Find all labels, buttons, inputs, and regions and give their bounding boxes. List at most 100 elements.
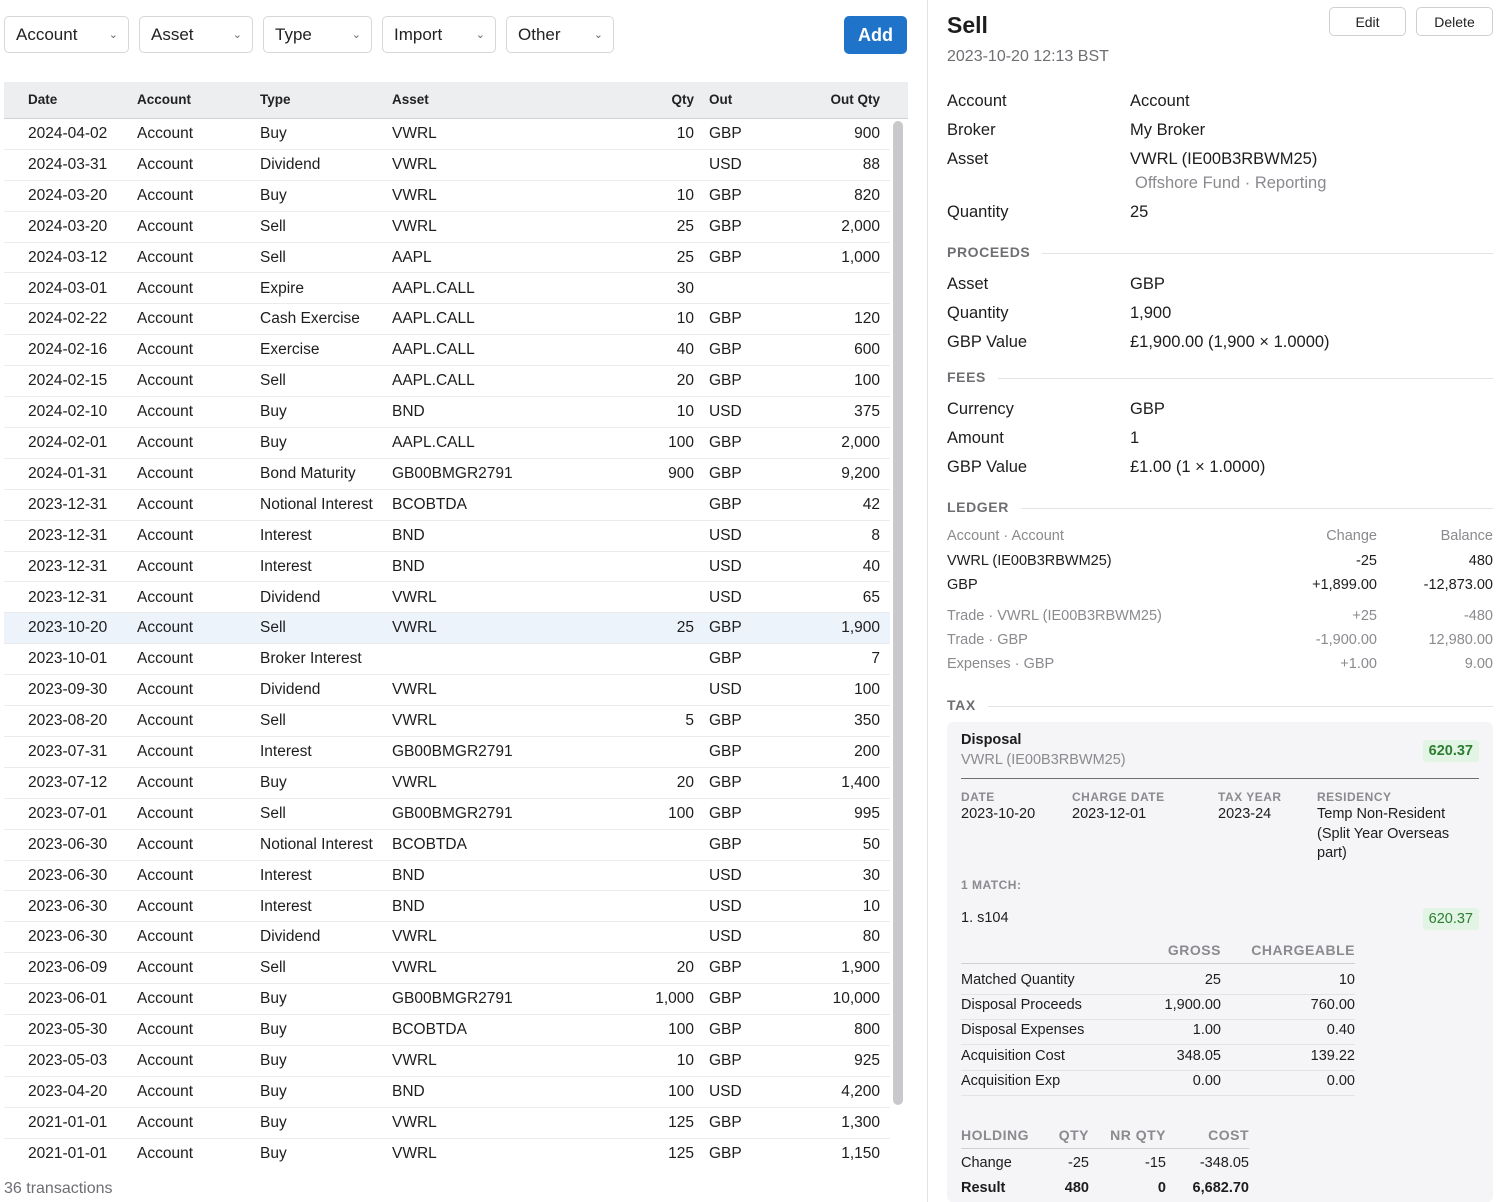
table-row[interactable]: 2023-06-01 Account Buy GB00BMGR2791 1,000 GBP… bbox=[4, 984, 890, 1016]
field-label: Asset bbox=[947, 150, 989, 168]
holding-row-qty: -25 bbox=[1068, 1155, 1089, 1171]
field-value: GBP bbox=[1130, 275, 1165, 293]
row-date: 2023-10-01 bbox=[28, 650, 108, 668]
row-date: 2024-02-22 bbox=[28, 310, 108, 328]
col-date[interactable]: Date bbox=[28, 92, 57, 107]
table-row[interactable]: 2024-02-10 Account Buy BND 10 USD 375 bbox=[4, 397, 890, 428]
col-out[interactable]: Out bbox=[709, 92, 732, 107]
meta-residency-value: Temp Non-Resident (Split Year Overseas p… bbox=[1317, 806, 1450, 861]
asset-filter[interactable]: Asset ⌄ bbox=[139, 16, 253, 53]
row-date: 2024-01-31 bbox=[28, 464, 108, 482]
row-out-qty: 1,900 bbox=[841, 619, 880, 637]
row-account: Account bbox=[137, 186, 194, 204]
row-date: 2021-01-01 bbox=[28, 1144, 108, 1162]
row-out-qty: 1,400 bbox=[841, 773, 880, 791]
table-row[interactable]: 2024-03-01 Account Expire AAPL.CALL 30 bbox=[4, 274, 890, 305]
table-row[interactable]: 2023-06-30 Account Interest BND USD 30 bbox=[4, 861, 890, 892]
row-asset: GB00BMGR2791 bbox=[392, 990, 513, 1008]
row-out: USD bbox=[709, 1082, 742, 1100]
meta-charge-date-value: 2023-12-01 bbox=[1072, 806, 1147, 822]
table-row[interactable]: 2024-03-12 Account Sell AAPL 25 GBP 1,000 bbox=[4, 243, 890, 274]
table-row[interactable]: 2021-01-01 Account Buy VWRL 125 GBP 1,150 bbox=[4, 1139, 890, 1167]
delete-button[interactable]: Delete bbox=[1416, 7, 1493, 36]
add-button[interactable]: Add bbox=[844, 16, 907, 54]
table-row[interactable]: 2023-05-30 Account Buy BCOBTDA 100 GBP 800 bbox=[4, 1015, 890, 1046]
table-row[interactable]: 2024-03-31 Account Dividend VWRL USD 88 bbox=[4, 150, 890, 181]
row-date: 2023-12-31 bbox=[28, 495, 108, 513]
col-out-qty[interactable]: Out Qty bbox=[831, 92, 881, 107]
row-account: Account bbox=[137, 897, 194, 915]
col-qty[interactable]: Qty bbox=[671, 92, 694, 107]
table-row[interactable]: 2024-04-02 Account Buy VWRL 10 GBP 900 bbox=[4, 119, 890, 150]
row-type: Interest bbox=[260, 897, 312, 915]
row-account: Account bbox=[137, 588, 194, 606]
holding-divider bbox=[961, 1148, 1249, 1149]
table-row[interactable]: 2023-06-30 Account Notional Interest BCOBTD… bbox=[4, 830, 890, 861]
table-row[interactable]: 2024-02-22 Account Cash Exercise AAPL.CALL 1… bbox=[4, 304, 890, 336]
row-type: Buy bbox=[260, 1052, 287, 1069]
table-row[interactable]: 2023-10-20 Account Sell VWRL 25 GBP 1,900 bbox=[4, 613, 890, 645]
row-date: 2023-06-30 bbox=[28, 897, 108, 915]
row-date: 2021-01-01 bbox=[28, 1113, 108, 1131]
row-out: GBP bbox=[709, 1144, 742, 1162]
account-filter[interactable]: Account ⌄ bbox=[4, 16, 129, 53]
import-filter[interactable]: Import ⌄ bbox=[382, 16, 496, 53]
row-asset: GB00BMGR2791 bbox=[392, 464, 513, 482]
row-asset: BCOBTDA bbox=[392, 495, 467, 513]
col-asset[interactable]: Asset bbox=[392, 92, 429, 107]
table-row[interactable]: 2023-12-31 Account Interest BND USD 40 bbox=[4, 552, 890, 583]
table-row[interactable]: 2024-03-20 Account Buy VWRL 10 GBP 820 bbox=[4, 181, 890, 212]
ledger-change: +1.00 bbox=[1340, 656, 1377, 672]
table-row[interactable]: 2023-05-03 Account Buy VWRL 10 GBP 925 bbox=[4, 1046, 890, 1077]
calc-row-gross: 1.00 bbox=[1192, 1022, 1221, 1039]
table-row[interactable]: 2023-08-20 Account Sell VWRL 5 GBP 350 bbox=[4, 706, 890, 737]
table-row[interactable]: 2024-02-15 Account Sell AAPL.CALL 20 GBP 100 bbox=[4, 366, 890, 398]
row-type: Buy bbox=[260, 1144, 287, 1162]
row-type: Sell bbox=[260, 712, 286, 730]
other-filter[interactable]: Other ⌄ bbox=[506, 16, 614, 53]
table-row[interactable]: 2023-10-01 Account Broker Interest GBP 7 bbox=[4, 644, 890, 676]
table-row[interactable]: 2023-04-20 Account Buy BND 100 USD 4,200 bbox=[4, 1077, 890, 1108]
table-row[interactable]: 2023-07-31 Account Interest GB00BMGR2791 GBP… bbox=[4, 737, 890, 768]
row-out: GBP bbox=[709, 1052, 742, 1069]
table-row[interactable]: 2023-07-01 Account Sell GB00BMGR2791 100 GBP 9… bbox=[4, 799, 890, 830]
row-account: Account bbox=[137, 773, 194, 791]
calc-row-label: Disposal Proceeds bbox=[961, 997, 1082, 1014]
row-qty: 100 bbox=[668, 1021, 694, 1039]
type-filter[interactable]: Type ⌄ bbox=[263, 16, 372, 53]
holding-row-nr-qty: 0 bbox=[1157, 1180, 1166, 1196]
table-row[interactable]: 2024-02-16 Account Exercise AAPL.CALL 40 GBP 6… bbox=[4, 335, 890, 367]
table-scrollbar[interactable] bbox=[893, 121, 903, 1105]
row-out-qty: 100 bbox=[854, 681, 880, 699]
field-label: Currency bbox=[947, 400, 1014, 418]
row-qty: 40 bbox=[676, 341, 694, 359]
row-asset: AAPL.CALL bbox=[392, 372, 475, 390]
table-row[interactable]: 2024-03-20 Account Sell VWRL 25 GBP 2,000 bbox=[4, 212, 890, 243]
field-label: Amount bbox=[947, 429, 1004, 447]
row-account: Account bbox=[137, 650, 194, 668]
row-asset: BND bbox=[392, 866, 425, 884]
table-row[interactable]: 2023-12-31 Account Dividend VWRL USD 65 bbox=[4, 583, 890, 614]
table-row[interactable]: 2023-06-09 Account Sell VWRL 20 GBP 1,900 bbox=[4, 953, 890, 985]
col-account[interactable]: Account bbox=[137, 92, 191, 107]
ledger-account: GBP bbox=[947, 577, 978, 593]
edit-button[interactable]: Edit bbox=[1329, 7, 1406, 36]
row-date: 2023-06-30 bbox=[28, 866, 108, 884]
row-date: 2023-06-30 bbox=[28, 835, 108, 853]
row-out-qty: 1,150 bbox=[841, 1144, 880, 1162]
row-out: USD bbox=[709, 526, 742, 544]
row-account: Account bbox=[137, 434, 194, 451]
type-filter-label: Type bbox=[275, 24, 312, 44]
table-row[interactable]: 2023-06-30 Account Interest BND USD 10 bbox=[4, 892, 890, 923]
table-row[interactable]: 2024-01-31 Account Bond Maturity GB00BMGR27… bbox=[4, 459, 890, 490]
table-row[interactable]: 2023-12-31 Account Interest BND USD 8 bbox=[4, 521, 890, 552]
row-type: Buy bbox=[260, 1082, 287, 1100]
table-row[interactable]: 2023-06-30 Account Dividend VWRL USD 80 bbox=[4, 922, 890, 954]
table-row[interactable]: 2023-07-12 Account Buy VWRL 20 GBP 1,400 bbox=[4, 768, 890, 799]
row-type: Broker Interest bbox=[260, 650, 362, 668]
table-row[interactable]: 2023-09-30 Account Dividend VWRL USD 100 bbox=[4, 675, 890, 707]
table-row[interactable]: 2021-01-01 Account Buy VWRL 125 GBP 1,300 bbox=[4, 1108, 890, 1139]
table-row[interactable]: 2023-12-31 Account Notional Interest BCOBTD… bbox=[4, 490, 890, 521]
table-row[interactable]: 2024-02-01 Account Buy AAPL.CALL 100 GBP 2,000 bbox=[4, 428, 890, 459]
col-type[interactable]: Type bbox=[260, 92, 291, 107]
